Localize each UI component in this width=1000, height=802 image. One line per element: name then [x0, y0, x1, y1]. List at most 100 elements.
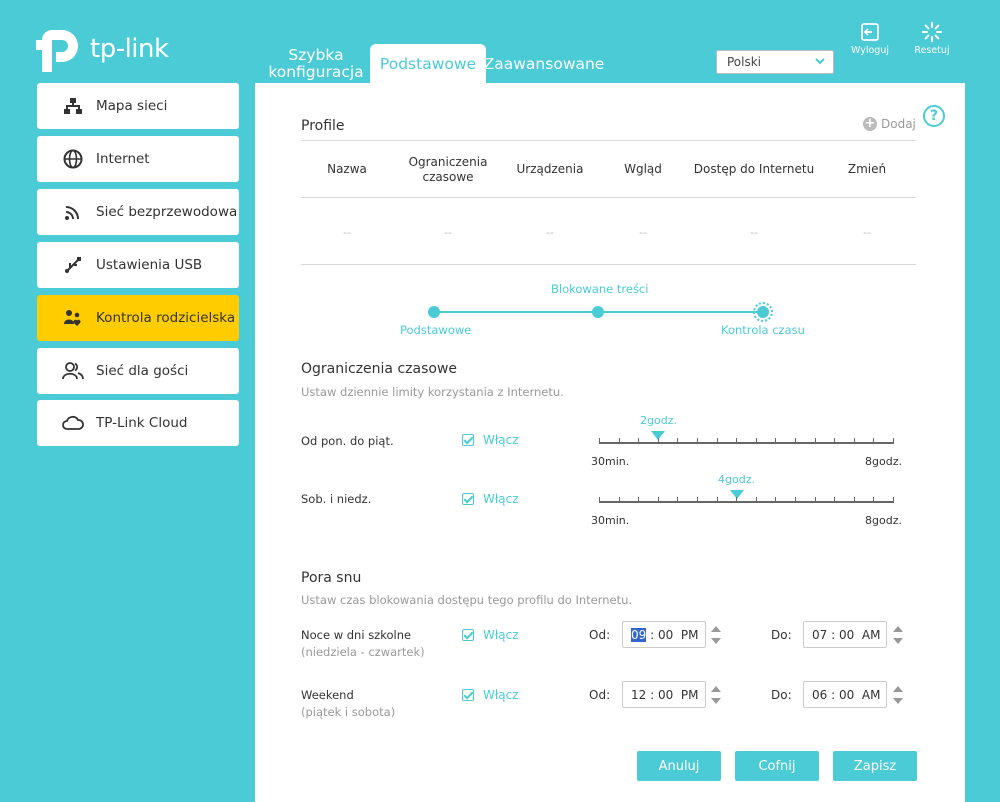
- slider-tick: [658, 497, 659, 503]
- sidebar-item-wireless[interactable]: Sieć bezprzewodowa: [37, 189, 239, 235]
- slider-tick: [677, 438, 678, 444]
- weekend-limit-slider[interactable]: [599, 501, 893, 503]
- sidebar-item-label: Ustawienia USB: [96, 257, 203, 273]
- to-label: Do:: [771, 688, 792, 702]
- minute-field[interactable]: 00: [839, 628, 854, 642]
- school-nights-enable-label: Włącz: [483, 628, 519, 642]
- plus-icon: +: [863, 116, 877, 131]
- school-nights-from-time[interactable]: 09 : 00 PM: [622, 621, 706, 648]
- column-header: Wgląd: [624, 162, 662, 176]
- slider-tick: [893, 438, 894, 444]
- table-cell: --: [343, 226, 351, 239]
- bedtime-subtitle: Ustaw czas blokowania dostępu tego profi…: [301, 593, 633, 607]
- reset-button[interactable]: Resetuj: [910, 22, 954, 56]
- sidebar-item-label: Kontrola rodzicielska: [96, 310, 236, 326]
- help-icon[interactable]: ?: [923, 105, 945, 127]
- weekend-bedtime-label: Weekend: [301, 688, 354, 702]
- weekend-from-time[interactable]: 12 : 00 PM: [622, 681, 706, 708]
- chevron-down-icon: [815, 58, 825, 65]
- slider-tick: [677, 497, 678, 503]
- column-header: Zmień: [847, 162, 887, 176]
- slider-min-label: 30min.: [591, 514, 630, 527]
- bedtime-title: Pora snu: [301, 570, 362, 586]
- slider-tick: [834, 438, 835, 444]
- profiles-title: Profile: [301, 118, 345, 134]
- tp-link-logo: tp-link: [36, 26, 169, 72]
- slider-tick: [854, 497, 855, 503]
- weekday-limit-label: Od pon. do piąt.: [301, 434, 394, 448]
- time-spinner[interactable]: [893, 685, 903, 705]
- weekend-bedtime-checkbox[interactable]: [462, 689, 474, 701]
- minute-field[interactable]: 00: [658, 688, 673, 702]
- slider-tick: [736, 438, 737, 444]
- save-button[interactable]: Zapisz: [833, 751, 917, 781]
- time-limits-subtitle: Ustaw dziennie limity korzystania z Inte…: [301, 385, 564, 399]
- weekday-limit-value: 2godz.: [640, 414, 677, 427]
- back-button[interactable]: Cofnij: [735, 751, 819, 781]
- minute-field[interactable]: 00: [839, 688, 854, 702]
- slider-tick: [756, 497, 757, 503]
- language-select[interactable]: Polski: [716, 50, 834, 74]
- cancel-button[interactable]: Anuluj: [637, 751, 721, 781]
- slider-tick: [834, 497, 835, 503]
- school-nights-checkbox[interactable]: [462, 629, 474, 641]
- sidebar-item-internet[interactable]: Internet: [37, 136, 239, 182]
- ampm-field[interactable]: AM: [862, 628, 881, 642]
- step-dot-time-control[interactable]: [757, 306, 769, 318]
- minute-field[interactable]: 00: [658, 628, 673, 642]
- weekday-limit-checkbox[interactable]: [462, 434, 474, 446]
- column-header: Nazwa: [327, 162, 367, 176]
- sidebar-item-parental-control[interactable]: Kontrola rodzicielska: [37, 295, 239, 341]
- divider: [301, 140, 916, 141]
- hour-field[interactable]: 12: [631, 688, 646, 702]
- tab-quick-setup[interactable]: Szybka konfiguracja: [262, 44, 370, 84]
- step-dot-basic[interactable]: [428, 306, 440, 318]
- hour-field[interactable]: 09: [631, 627, 647, 642]
- slider-tick: [795, 497, 796, 503]
- weekend-limit-slider-thumb[interactable]: [730, 490, 744, 499]
- weekday-limit-enable-label: Włącz: [483, 433, 519, 447]
- add-profile-button[interactable]: + Dodaj: [863, 117, 916, 131]
- to-label: Do:: [771, 628, 792, 642]
- slider-tick: [638, 438, 639, 444]
- main-panel: Profile + Dodaj ? Nazwa Ograniczenia cza…: [255, 83, 965, 802]
- school-nights-to-time[interactable]: 07 : 00 AM: [803, 621, 887, 648]
- wifi-icon: [62, 201, 84, 223]
- divider: [301, 264, 916, 265]
- slider-tick: [717, 438, 718, 444]
- ampm-field[interactable]: PM: [681, 688, 699, 702]
- time-spinner[interactable]: [711, 685, 721, 705]
- network-map-icon: [62, 95, 84, 117]
- slider-max-label: 8godz.: [865, 514, 902, 527]
- divider: [301, 197, 916, 198]
- sidebar-item-usb[interactable]: Ustawienia USB: [37, 242, 239, 288]
- hour-field[interactable]: 06: [812, 688, 827, 702]
- school-nights-sublabel: (niedziela - czwartek): [301, 645, 425, 659]
- time-spinner[interactable]: [893, 625, 903, 645]
- time-spinner[interactable]: [711, 625, 721, 645]
- slider-tick: [775, 497, 776, 503]
- slider-tick: [775, 438, 776, 444]
- slider-tick: [893, 497, 894, 503]
- weekend-to-time[interactable]: 06 : 00 AM: [803, 681, 887, 708]
- tab-basic[interactable]: Podstawowe: [370, 44, 486, 84]
- weekend-limit-checkbox[interactable]: [462, 493, 474, 505]
- time-limits-title: Ograniczenia czasowe: [301, 361, 458, 377]
- school-nights-label: Noce w dni szkolne: [301, 628, 412, 642]
- column-header: Ograniczenia czasowe: [408, 155, 488, 184]
- weekend-bedtime-sublabel: (piątek i sobota): [301, 705, 396, 719]
- step-dot-blocked-content[interactable]: [592, 306, 604, 318]
- parental-icon: [62, 307, 84, 329]
- tab-advanced[interactable]: Zaawansowane: [484, 44, 605, 84]
- ampm-field[interactable]: AM: [862, 688, 881, 702]
- logout-button[interactable]: Wyloguj: [848, 22, 892, 56]
- from-label: Od:: [589, 628, 611, 642]
- sidebar-item-label: Mapa sieci: [96, 98, 168, 114]
- sidebar-item-tplink-cloud[interactable]: TP-Link Cloud: [37, 400, 239, 446]
- sidebar-item-network-map[interactable]: Mapa sieci: [37, 83, 239, 129]
- ampm-field[interactable]: PM: [681, 628, 699, 642]
- weekday-limit-slider[interactable]: [599, 442, 893, 444]
- sidebar-item-label: Sieć bezprzewodowa: [96, 204, 238, 220]
- sidebar-item-guest-network[interactable]: Sieć dla gości: [37, 348, 239, 394]
- hour-field[interactable]: 07: [812, 628, 827, 642]
